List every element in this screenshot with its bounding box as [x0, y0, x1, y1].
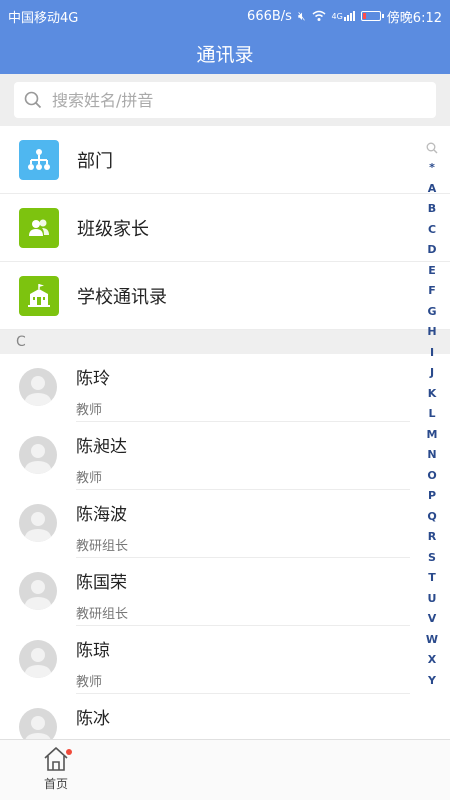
contact-row[interactable]: 陈国荣 教研组长: [0, 558, 450, 626]
section-letter: C: [16, 334, 26, 350]
index-letter[interactable]: R: [428, 527, 436, 548]
contact-role: 教师: [76, 471, 103, 486]
battery-icon: [360, 11, 384, 21]
avatar: [19, 368, 57, 406]
index-letter[interactable]: B: [428, 199, 436, 220]
menu-item-label: 学校通讯录: [77, 286, 167, 308]
scroll-fade: [110, 700, 450, 740]
menu-item-class-parents[interactable]: 班级家长: [0, 194, 450, 262]
index-search-icon[interactable]: [426, 142, 438, 154]
section-header: C: [0, 330, 450, 354]
title-bar: 通讯录: [0, 32, 450, 74]
network-speed: 666B/s: [247, 8, 292, 24]
users-icon: [19, 207, 59, 248]
index-letter[interactable]: E: [428, 261, 436, 282]
contact-name: 陈琼: [76, 641, 110, 661]
search-box[interactable]: [14, 82, 436, 118]
index-letter[interactable]: Y: [428, 671, 436, 692]
avatar: [19, 640, 57, 678]
index-letter[interactable]: N: [427, 445, 436, 466]
index-letter[interactable]: T: [428, 568, 436, 589]
menu-item-departments[interactable]: 部门: [0, 126, 450, 194]
index-letter[interactable]: W: [426, 630, 438, 651]
index-letter[interactable]: U: [428, 589, 437, 610]
status-icons: 666B/s 🔇︎ 4G 傍晚6:12: [247, 7, 442, 26]
index-letter[interactable]: H: [427, 322, 436, 343]
bottom-nav: 首页: [0, 739, 450, 800]
clock: 傍晚6:12: [386, 10, 442, 26]
index-letter[interactable]: G: [427, 302, 436, 323]
menu-item-label: 班级家长: [77, 218, 149, 240]
index-letter[interactable]: P: [428, 486, 436, 507]
contact-role: 教师: [76, 403, 103, 418]
menu-item-school-directory[interactable]: 学校通讯录: [0, 262, 450, 330]
menu-item-label: 部门: [77, 150, 113, 172]
index-letter[interactable]: J: [430, 363, 434, 384]
contact-role: 教研组长: [76, 539, 129, 554]
index-letter[interactable]: O: [427, 466, 436, 487]
index-letter[interactable]: Q: [427, 507, 436, 528]
school-icon: [19, 275, 59, 316]
index-letter[interactable]: M: [427, 425, 438, 446]
index-letter[interactable]: X: [428, 650, 436, 671]
index-letter[interactable]: F: [428, 281, 436, 302]
contact-name: 陈昶达: [76, 437, 127, 457]
index-letter[interactable]: *: [429, 158, 435, 179]
contact-role: 教师: [76, 675, 103, 690]
contact-name: 陈海波: [76, 505, 127, 525]
signal-label: 4G: [331, 12, 343, 21]
contact-name: 陈玲: [76, 369, 110, 389]
contact-name: 陈国荣: [76, 573, 127, 593]
contact-row[interactable]: 陈玲 教师: [0, 354, 450, 422]
signal-icon: 4G: [332, 11, 355, 21]
wifi-icon: [312, 10, 325, 21]
index-letter[interactable]: D: [427, 240, 436, 261]
contact-row[interactable]: 陈海波 教研组长: [0, 490, 450, 558]
page-title: 通讯录: [196, 43, 254, 66]
menu-list: 部门 班级家长 学校通讯录: [0, 126, 450, 330]
index-letter[interactable]: L: [428, 404, 435, 425]
mute-icon: 🔇︎: [297, 8, 306, 23]
alphabet-index[interactable]: * A B C D E F G H I J K L M N O P Q R S …: [422, 142, 442, 691]
notification-dot: [66, 749, 72, 755]
org-chart-icon: [19, 139, 59, 180]
index-letter[interactable]: S: [428, 548, 436, 569]
avatar: [19, 572, 57, 610]
contact-row[interactable]: 陈昶达 教师: [0, 422, 450, 490]
index-letter[interactable]: K: [428, 384, 437, 405]
tab-home[interactable]: 首页: [28, 746, 84, 796]
index-letter[interactable]: I: [430, 343, 434, 364]
avatar: [19, 504, 57, 542]
carrier-label: 中国移动4G: [8, 10, 79, 26]
contact-name: 陈冰: [76, 709, 110, 729]
search-input[interactable]: [50, 89, 414, 111]
tab-home-label: 首页: [43, 777, 68, 791]
search-icon: [24, 91, 42, 109]
contact-role: 教研组长: [76, 607, 129, 622]
contact-row[interactable]: 陈琼 教师: [0, 626, 450, 694]
avatar: [19, 436, 57, 474]
status-bar: 中国移动4G 666B/s 🔇︎ 4G 傍晚6:12: [0, 0, 450, 32]
index-letter[interactable]: A: [428, 179, 437, 200]
search-bar-container: [0, 74, 450, 126]
index-letter[interactable]: C: [428, 220, 436, 241]
index-letter[interactable]: V: [428, 609, 437, 630]
